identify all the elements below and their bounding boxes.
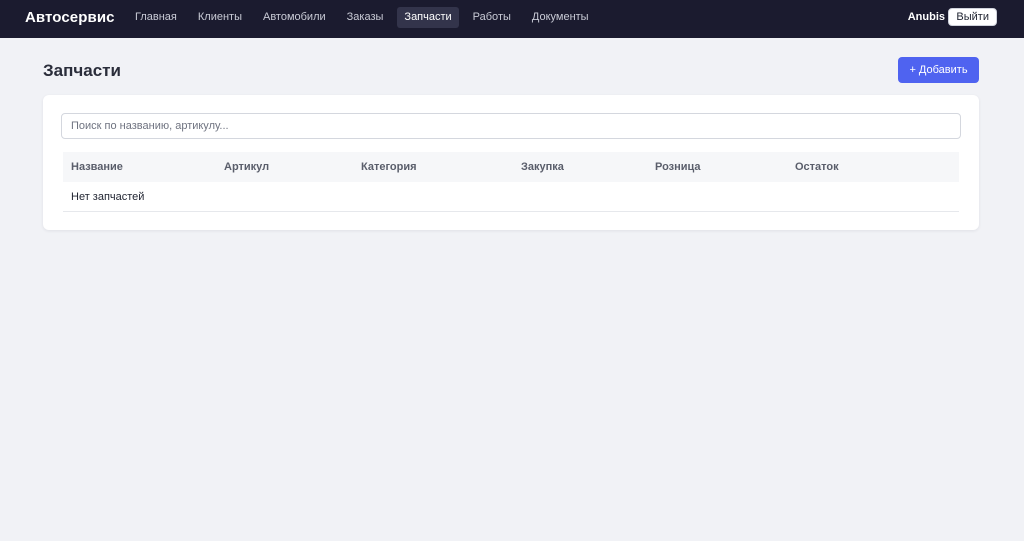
column-header-retail-price[interactable]: Розница xyxy=(655,152,701,182)
nav-item-orders[interactable]: Заказы xyxy=(340,7,391,28)
column-header-sku[interactable]: Артикул xyxy=(224,152,269,182)
column-header-name[interactable]: Название xyxy=(71,152,123,182)
empty-state-text: Нет запчастей xyxy=(71,191,145,203)
nav-item-works[interactable]: Работы xyxy=(466,7,518,28)
main-nav: Главная Клиенты Автомобили Заказы Запчас… xyxy=(128,7,603,28)
logout-button[interactable]: Выйти xyxy=(948,8,997,26)
nav-item-cars[interactable]: Автомобили xyxy=(256,7,333,28)
parts-card: Название Артикул Категория Закупка Розни… xyxy=(43,95,979,230)
page-title: Запчасти xyxy=(43,61,121,80)
add-part-button[interactable]: + Добавить xyxy=(898,57,979,83)
table-header: Название Артикул Категория Закупка Розни… xyxy=(63,152,959,182)
brand-logo[interactable]: Автосервис xyxy=(25,9,115,26)
table-row-empty: Нет запчастей xyxy=(63,182,959,212)
column-header-purchase-price[interactable]: Закупка xyxy=(521,152,564,182)
top-navbar: Автосервис Главная Клиенты Автомобили За… xyxy=(0,0,1024,38)
nav-item-home[interactable]: Главная xyxy=(128,7,184,28)
nav-item-clients[interactable]: Клиенты xyxy=(191,7,249,28)
column-header-stock[interactable]: Остаток xyxy=(795,152,839,182)
search-input[interactable] xyxy=(61,113,961,139)
nav-item-documents[interactable]: Документы xyxy=(525,7,596,28)
nav-item-parts[interactable]: Запчасти xyxy=(397,7,459,28)
current-user-name: Anubis xyxy=(907,11,945,23)
column-header-category[interactable]: Категория xyxy=(361,152,417,182)
